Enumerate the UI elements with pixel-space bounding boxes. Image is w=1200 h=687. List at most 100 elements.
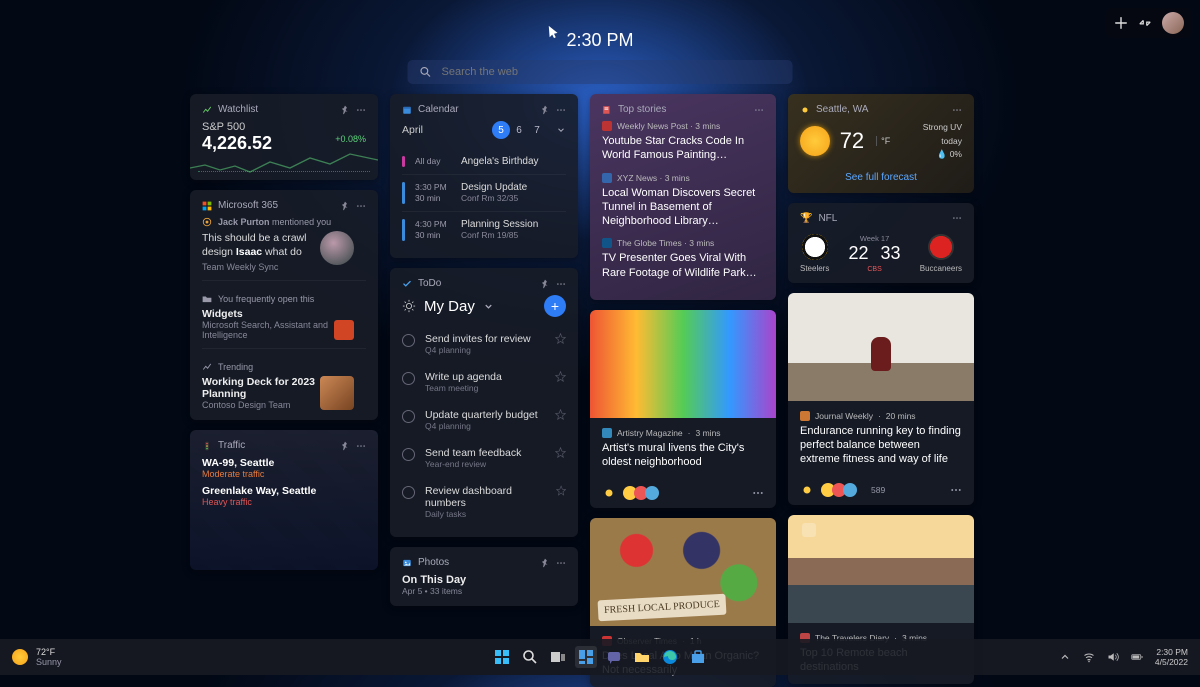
photos-card[interactable]: Photos On This Day Apr 5 • 33 items bbox=[390, 547, 578, 606]
widgets-button[interactable] bbox=[575, 646, 597, 668]
more-icon[interactable] bbox=[356, 105, 366, 115]
calendar-card[interactable]: Calendar April 567 All day Angela's Birt… bbox=[390, 94, 578, 258]
reactions[interactable] bbox=[824, 483, 857, 497]
chevron-up-icon[interactable] bbox=[1059, 651, 1071, 663]
weather-detail: Strong UV today 💧 0% bbox=[900, 121, 962, 162]
calendar-event[interactable]: All day Angela's Birthday bbox=[402, 149, 566, 174]
taskbar-datetime[interactable]: 2:30 PM 4/5/2022 bbox=[1155, 647, 1188, 667]
store-button[interactable] bbox=[687, 646, 709, 668]
traffic-title: Traffic bbox=[218, 440, 245, 451]
m365-card[interactable]: Microsoft 365 Jack Purton mentioned you … bbox=[190, 190, 378, 420]
pin-icon[interactable] bbox=[540, 558, 550, 568]
todo-checkbox[interactable] bbox=[402, 334, 415, 347]
traffic-route[interactable]: WA-99, Seattle bbox=[202, 457, 366, 469]
pin-icon[interactable] bbox=[540, 105, 550, 115]
news-card-mural[interactable]: Artistry Magazine · 3 mins Artist's mura… bbox=[590, 310, 776, 508]
todo-item[interactable]: Send invites for reviewQ4 planning bbox=[402, 325, 566, 363]
watchlist-card[interactable]: Watchlist S&P 500 4,226.52 +0.08% bbox=[190, 94, 378, 180]
traffic-status: Moderate traffic bbox=[202, 469, 366, 479]
more-icon[interactable] bbox=[356, 201, 366, 211]
chevron-down-icon[interactable] bbox=[556, 125, 566, 135]
team2-logo bbox=[928, 234, 954, 260]
battery-icon[interactable] bbox=[1131, 651, 1143, 663]
todo-list-name: My Day bbox=[424, 298, 475, 315]
edge-button[interactable] bbox=[659, 646, 681, 668]
network-label: CBS bbox=[849, 266, 901, 273]
todo-checkbox[interactable] bbox=[402, 448, 415, 461]
todo-checkbox[interactable] bbox=[402, 372, 415, 385]
news-item[interactable]: Weekly News Post · 3 mins Youtube Star C… bbox=[602, 121, 764, 163]
traffic-route[interactable]: Greenlake Way, Seattle bbox=[202, 485, 366, 497]
more-icon[interactable] bbox=[952, 213, 962, 223]
traffic-card[interactable]: Traffic WA-99, Seattle Moderate traffic G… bbox=[190, 430, 378, 570]
more-icon[interactable] bbox=[356, 441, 366, 451]
search-bar[interactable] bbox=[408, 60, 793, 84]
weather-card[interactable]: Seattle, WA 72 °F Strong UV today 💧 0% S… bbox=[788, 94, 974, 193]
more-icon[interactable] bbox=[752, 487, 764, 499]
todo-checkbox[interactable] bbox=[402, 410, 415, 423]
more-icon[interactable] bbox=[754, 105, 764, 115]
news-image bbox=[788, 515, 974, 623]
start-button[interactable] bbox=[491, 646, 513, 668]
news-icon bbox=[602, 105, 612, 115]
star-icon[interactable] bbox=[556, 485, 566, 496]
add-task-button[interactable]: + bbox=[544, 295, 566, 317]
search-input[interactable] bbox=[442, 66, 781, 78]
weather-forecast-link[interactable]: See full forecast bbox=[800, 172, 962, 183]
calendar-day[interactable]: 5 bbox=[492, 121, 510, 139]
traffic-status: Heavy traffic bbox=[202, 497, 366, 507]
add-widget-icon[interactable] bbox=[1114, 16, 1128, 30]
todo-item[interactable]: Review dashboard numbersDaily tasks bbox=[402, 477, 566, 527]
photos-icon bbox=[402, 558, 412, 568]
pin-icon[interactable] bbox=[540, 279, 550, 289]
trending-icon bbox=[202, 362, 212, 372]
stocks-icon bbox=[202, 105, 212, 115]
collapse-icon[interactable] bbox=[1138, 16, 1152, 30]
chat-button[interactable] bbox=[603, 646, 625, 668]
top-stories-card[interactable]: Top stories Weekly News Post · 3 mins Yo… bbox=[590, 94, 776, 300]
calendar-event[interactable]: 4:30 PM30 min Planning SessionConf Rm 19… bbox=[402, 211, 566, 248]
mention-quote: This should be a crawl design Isaac what… bbox=[202, 231, 322, 259]
news-item[interactable]: XYZ News · 3 mins Local Woman Discovers … bbox=[602, 173, 764, 229]
star-icon[interactable] bbox=[555, 447, 566, 458]
pin-icon[interactable] bbox=[340, 441, 350, 451]
calendar-event[interactable]: 3:30 PM30 min Design UpdateConf Rm 32/35 bbox=[402, 174, 566, 211]
calendar-day[interactable]: 7 bbox=[528, 121, 546, 139]
news-card-runner[interactable]: Journal Weekly · 20 mins Endurance runni… bbox=[788, 293, 974, 505]
pin-icon[interactable] bbox=[340, 201, 350, 211]
more-icon[interactable] bbox=[950, 484, 962, 496]
user-avatar[interactable] bbox=[1162, 12, 1184, 34]
calendar-month: April bbox=[402, 124, 423, 136]
todo-checkbox[interactable] bbox=[402, 486, 415, 499]
explorer-button[interactable] bbox=[631, 646, 653, 668]
photos-heading: On This Day bbox=[402, 574, 566, 586]
more-icon[interactable] bbox=[556, 105, 566, 115]
todo-item[interactable]: Write up agendaTeam meeting bbox=[402, 363, 566, 401]
league-title: NFL bbox=[818, 213, 837, 224]
todo-card[interactable]: ToDo My Day + Send invites for reviewQ4 … bbox=[390, 268, 578, 537]
chevron-down-icon[interactable] bbox=[483, 301, 494, 312]
taskbar-weather[interactable]: 72°F Sunny bbox=[12, 647, 62, 667]
more-icon[interactable] bbox=[556, 558, 566, 568]
pin-icon[interactable] bbox=[340, 105, 350, 115]
reactions[interactable] bbox=[626, 486, 659, 500]
wifi-icon[interactable] bbox=[1083, 651, 1095, 663]
mention-source: Team Weekly Sync bbox=[202, 262, 322, 272]
sports-card[interactable]: 🏆 NFL Steelers Week 17 22 33 CBS bbox=[788, 203, 974, 283]
todo-item[interactable]: Update quarterly budgetQ4 planning bbox=[402, 401, 566, 439]
star-icon[interactable] bbox=[555, 333, 566, 344]
news-image: FRESH LOCAL PRODUCE bbox=[590, 518, 776, 626]
todo-item[interactable]: Send team feedbackYear-end review bbox=[402, 439, 566, 477]
more-icon[interactable] bbox=[556, 279, 566, 289]
star-icon[interactable] bbox=[555, 371, 566, 382]
volume-icon[interactable] bbox=[1107, 651, 1119, 663]
news-item[interactable]: The Globe Times · 3 mins TV Presenter Go… bbox=[602, 238, 764, 280]
more-icon[interactable] bbox=[952, 105, 962, 115]
calendar-day[interactable]: 6 bbox=[510, 121, 528, 139]
task-view-button[interactable] bbox=[547, 646, 569, 668]
star-icon[interactable] bbox=[555, 409, 566, 420]
search-button[interactable] bbox=[519, 646, 541, 668]
todo-title: ToDo bbox=[418, 278, 441, 289]
sun-icon bbox=[402, 299, 416, 313]
sign-text: FRESH LOCAL PRODUCE bbox=[598, 593, 727, 621]
